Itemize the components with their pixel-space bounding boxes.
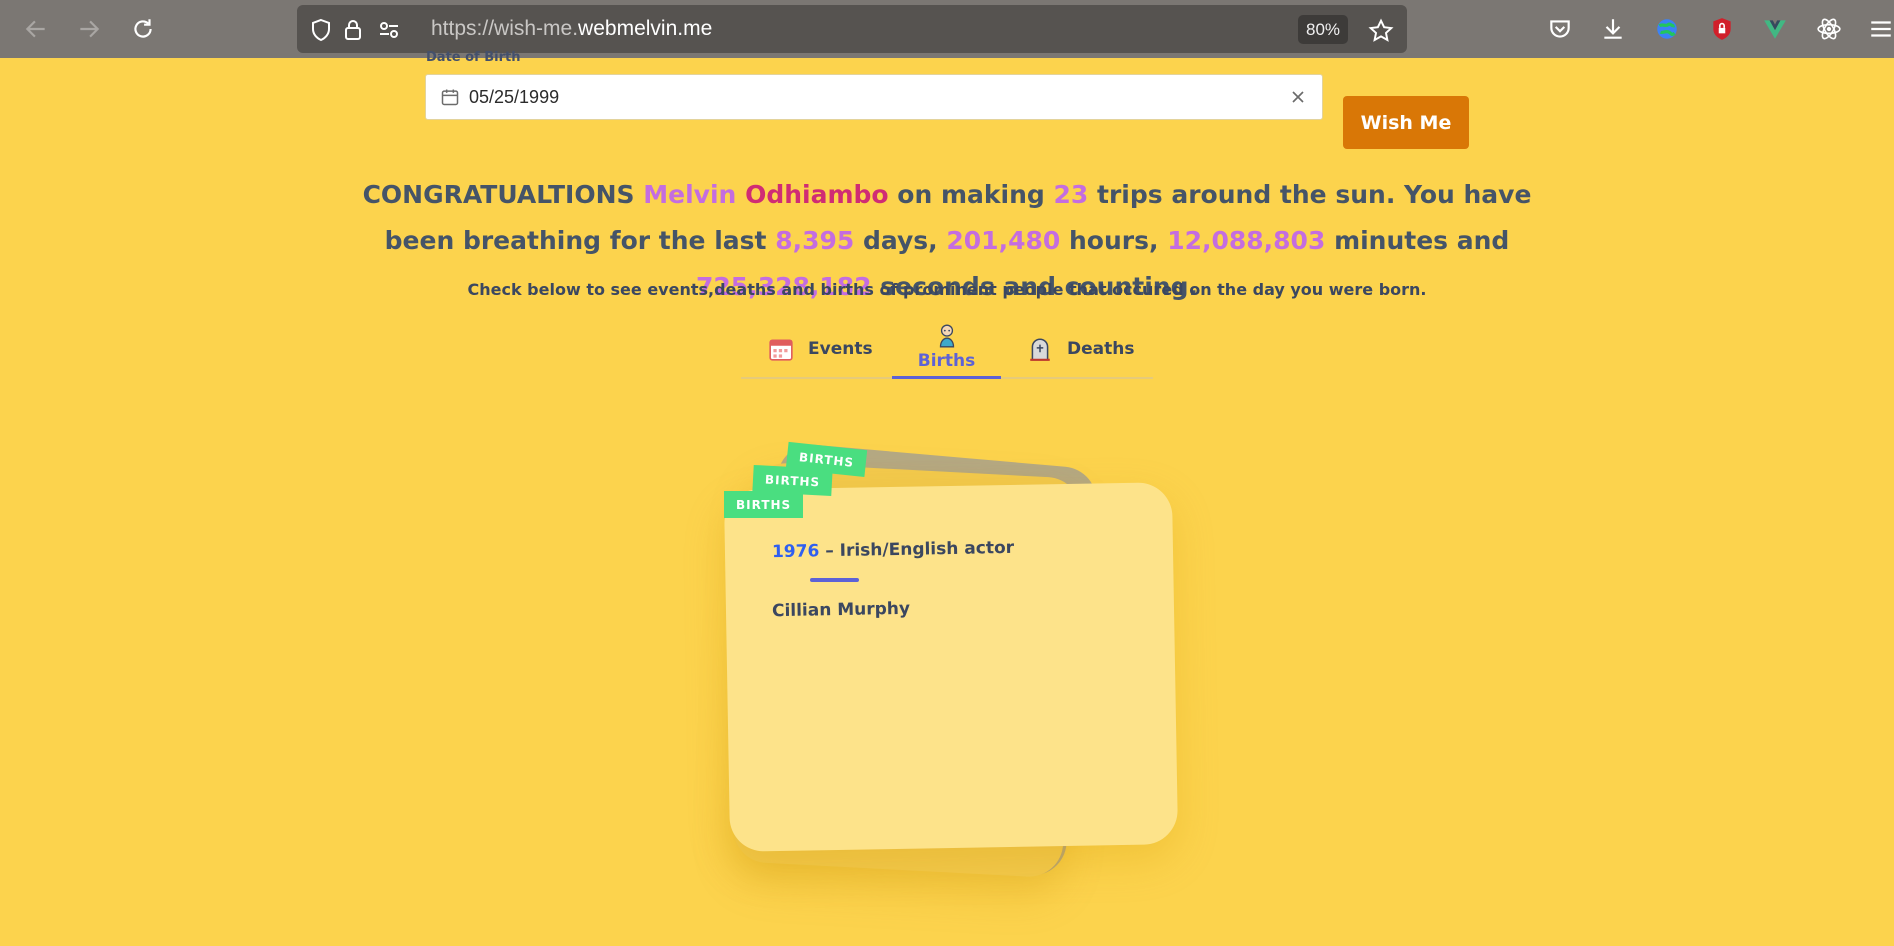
text-minutes: minutes and (1334, 226, 1510, 255)
tab-deaths-label: Deaths (1067, 338, 1135, 359)
menu-icon[interactable] (1866, 14, 1894, 44)
shield-icon[interactable] (309, 18, 333, 42)
text-on-making: on making (897, 180, 1045, 209)
tab-deaths[interactable]: Deaths (1027, 318, 1134, 379)
pocket-icon[interactable] (1545, 14, 1575, 44)
download-icon[interactable] (1598, 14, 1628, 44)
reload-icon[interactable] (126, 12, 160, 46)
minutes-count: 12,088,803 (1167, 226, 1326, 255)
tab-events-label: Events (808, 338, 873, 359)
date-value: 05/25/1999 (469, 87, 560, 107)
text-hours: hours, (1068, 226, 1159, 255)
bookmark-star-icon[interactable] (1368, 18, 1394, 44)
text-days: days, (863, 226, 938, 255)
calendar-icon (769, 339, 793, 361)
tab-births-label: Births (917, 351, 976, 371)
url-domain: webmelvin.me (578, 17, 713, 40)
card-heading: 1976 – Irish/English actor (772, 538, 1014, 562)
ublock-shield-icon[interactable] (1707, 14, 1737, 44)
tab-bar: Events Births Deaths (741, 318, 1153, 379)
forward-icon[interactable] (72, 12, 106, 46)
days-count: 8,395 (775, 226, 855, 255)
baby-icon (939, 324, 954, 348)
back-icon[interactable] (19, 12, 53, 46)
browser-toolbar: https://wish-me.webmelvin.me 80% (0, 0, 1894, 58)
subtitle: Check below to see events,deaths and bir… (467, 280, 1427, 299)
card-year: 1976 (771, 541, 820, 563)
tombstone-icon (1030, 338, 1050, 361)
first-name: Melvin (643, 180, 737, 209)
lock-icon[interactable] (341, 18, 365, 42)
hours-count: 201,480 (946, 226, 1061, 255)
date-of-birth-input[interactable]: 05/25/1999 (425, 74, 1323, 120)
clear-icon[interactable] (1288, 87, 1308, 107)
calendar-icon[interactable] (440, 87, 460, 107)
zoom-level-badge[interactable]: 80% (1298, 15, 1348, 44)
wish-me-button[interactable]: Wish Me (1343, 96, 1469, 149)
card-person-name: Cillian Murphy (771, 598, 911, 622)
react-devtools-icon[interactable] (1814, 14, 1844, 44)
card-description: Irish/English actor (839, 537, 1015, 561)
trips-count: 23 (1053, 180, 1089, 209)
birth-card[interactable] (723, 482, 1179, 852)
url-prefix: https://wish-me. (431, 17, 579, 40)
congrats-word: CONGRATUALTIONS (362, 180, 635, 209)
tab-events[interactable]: Events (768, 318, 873, 379)
permissions-icon[interactable] (377, 18, 401, 42)
card-separator: – (825, 541, 834, 562)
card-underline (810, 578, 859, 582)
url-text[interactable]: https://wish-me.webmelvin.me (431, 17, 712, 41)
births-tag: BIRTHS (724, 491, 804, 518)
tab-births[interactable]: Births (892, 318, 1001, 379)
date-of-birth-label: Date of Birth (426, 50, 521, 65)
address-bar[interactable]: https://wish-me.webmelvin.me 80% (297, 5, 1407, 53)
globe-extension-icon[interactable] (1652, 14, 1682, 44)
last-name: Odhiambo (745, 180, 889, 209)
vue-devtools-icon[interactable] (1760, 14, 1790, 44)
